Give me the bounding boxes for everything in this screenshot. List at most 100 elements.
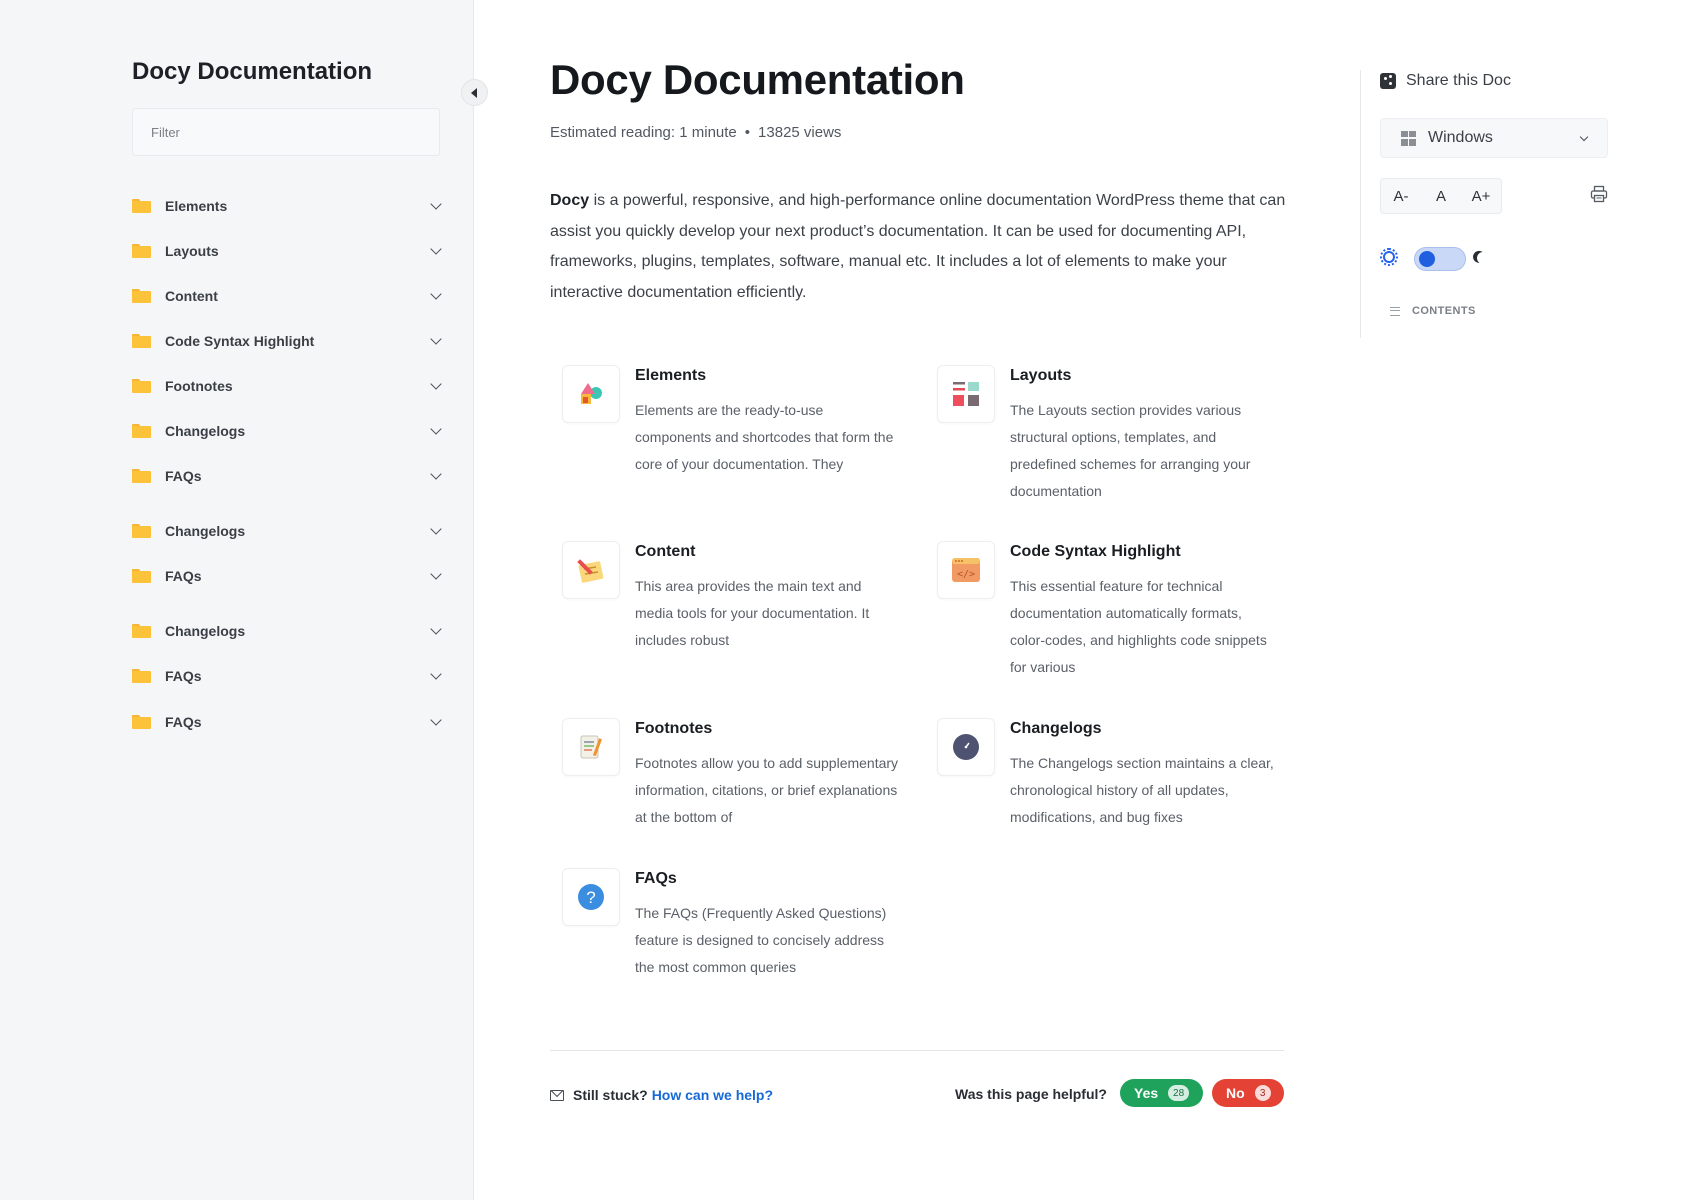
helpful-question: Was this page helpful? <box>955 1086 1107 1102</box>
help-link[interactable]: How can we help? <box>652 1087 773 1103</box>
sidebar-item[interactable]: FAQs <box>132 461 444 491</box>
sidebar-item-label: Content <box>165 288 218 304</box>
share-icon <box>1380 73 1396 89</box>
sidebar-title: Docy Documentation <box>132 58 373 85</box>
no-label: No <box>1226 1085 1245 1101</box>
intro-text: is a powerful, responsive, and high-perf… <box>550 192 1286 301</box>
caret-left-icon <box>470 87 477 98</box>
no-count-badge: 3 <box>1254 1085 1271 1101</box>
sidebar-item[interactable]: Footnotes <box>132 371 444 401</box>
share-button[interactable]: Share this Doc <box>1380 72 1511 90</box>
card-title[interactable]: Code Syntax Highlight <box>1010 543 1181 561</box>
folder-icon <box>132 289 151 303</box>
intro-brand: Docy <box>550 192 590 209</box>
chevron-down-icon[interactable] <box>430 198 442 210</box>
filter-input[interactable] <box>132 108 440 156</box>
sidebar-item[interactable]: Content <box>132 281 444 311</box>
sidebar-item[interactable]: FAQs <box>132 707 444 737</box>
chevron-down-icon[interactable] <box>430 333 442 345</box>
sidebar-item[interactable]: Changelogs <box>132 616 444 646</box>
chevron-down-icon[interactable] <box>430 714 442 726</box>
sun-icon[interactable] <box>1380 248 1398 266</box>
card-title[interactable]: Changelogs <box>1010 720 1102 738</box>
view-count: 13825 views <box>758 124 842 141</box>
folder-icon <box>132 715 151 729</box>
card-title[interactable]: Content <box>635 543 695 561</box>
folder-icon <box>132 199 151 213</box>
sidebar-item[interactable]: Changelogs <box>132 516 444 546</box>
yes-vote-button[interactable]: Yes 28 <box>1120 1079 1203 1107</box>
card-title[interactable]: Footnotes <box>635 720 712 738</box>
chevron-down-icon[interactable] <box>430 243 442 255</box>
sidebar-item[interactable]: Elements <box>132 191 444 221</box>
sidebar-item[interactable]: Layouts <box>132 236 444 266</box>
folder-icon <box>132 624 151 638</box>
sidebar-item[interactable]: Code Syntax Highlight <box>132 326 444 356</box>
sidebar-item-label: FAQs <box>165 468 202 484</box>
contents-heading: CONTENTS <box>1390 305 1476 317</box>
chevron-down-icon[interactable] <box>430 668 442 680</box>
share-label: Share this Doc <box>1406 72 1511 89</box>
windows-icon <box>1401 130 1416 146</box>
sidebar: Docy Documentation <box>0 0 474 1200</box>
footer-divider <box>550 1050 1284 1051</box>
sidebar-item[interactable]: FAQs <box>132 661 444 691</box>
chevron-down-icon[interactable] <box>430 523 442 535</box>
sidebar-item[interactable]: FAQs <box>132 561 444 591</box>
folder-icon <box>132 379 151 393</box>
card-description: The Changelogs section maintains a clear… <box>1010 755 1274 825</box>
yes-count-badge: 28 <box>1168 1085 1189 1101</box>
sidebar-item[interactable]: Changelogs <box>132 416 444 446</box>
collapse-sidebar-button[interactable] <box>461 79 488 106</box>
card-title[interactable]: Layouts <box>1010 367 1071 385</box>
page-meta: Estimated reading: 1 minute • 13825 views <box>550 124 841 141</box>
clock-icon <box>937 718 995 776</box>
card-description: This essential feature for technical doc… <box>1010 578 1267 675</box>
note-pencil-icon <box>562 541 620 599</box>
folder-icon <box>132 569 151 583</box>
right-panel-divider <box>1360 70 1361 338</box>
sidebar-item-label: FAQs <box>165 714 202 730</box>
font-reset-button[interactable]: A <box>1421 179 1461 213</box>
still-stuck-text: Still stuck? <box>573 1087 648 1103</box>
code-window-icon: </> <box>937 541 995 599</box>
chevron-down-icon[interactable] <box>430 468 442 480</box>
folder-icon <box>132 424 151 438</box>
sidebar-item-label: Elements <box>165 198 228 214</box>
os-select[interactable]: Windows <box>1380 118 1608 158</box>
list-icon <box>1390 306 1400 316</box>
shapes-icon <box>562 365 620 423</box>
meta-separator: • <box>744 124 751 141</box>
notepad-icon <box>562 718 620 776</box>
print-icon[interactable] <box>1590 185 1608 203</box>
sidebar-item-label: Changelogs <box>165 423 246 439</box>
folder-icon <box>132 669 151 683</box>
card-title[interactable]: Elements <box>635 367 706 385</box>
contents-label: CONTENTS <box>1412 305 1476 317</box>
chevron-down-icon[interactable] <box>430 623 442 635</box>
card-description: The Layouts section provides various str… <box>1010 402 1251 499</box>
svg-text:?: ? <box>586 888 595 907</box>
dark-mode-toggle[interactable] <box>1414 247 1466 271</box>
folder-icon <box>132 524 151 538</box>
sidebar-item-label: FAQs <box>165 568 202 584</box>
card-title[interactable]: FAQs <box>635 870 677 888</box>
font-increase-button[interactable]: A+ <box>1461 179 1501 213</box>
chevron-down-icon[interactable] <box>430 568 442 580</box>
sidebar-item-label: Changelogs <box>165 623 246 639</box>
folder-icon <box>132 244 151 258</box>
folder-icon <box>132 469 151 483</box>
moon-icon[interactable] <box>1475 250 1491 266</box>
sidebar-item-label: FAQs <box>165 668 202 684</box>
chevron-down-icon[interactable] <box>430 288 442 300</box>
card-description: The FAQs (Frequently Asked Questions) fe… <box>635 905 887 975</box>
font-decrease-button[interactable]: A- <box>1381 179 1421 213</box>
chevron-down-icon <box>1579 132 1589 141</box>
font-size-controls: A- A A+ <box>1380 178 1502 214</box>
card-description: Footnotes allow you to add supplementary… <box>635 755 899 825</box>
chevron-down-icon[interactable] <box>430 423 442 435</box>
page-title: Docy Documentation <box>550 56 965 103</box>
no-vote-button[interactable]: No 3 <box>1212 1079 1284 1107</box>
question-icon: ? <box>562 868 620 926</box>
chevron-down-icon[interactable] <box>430 378 442 390</box>
